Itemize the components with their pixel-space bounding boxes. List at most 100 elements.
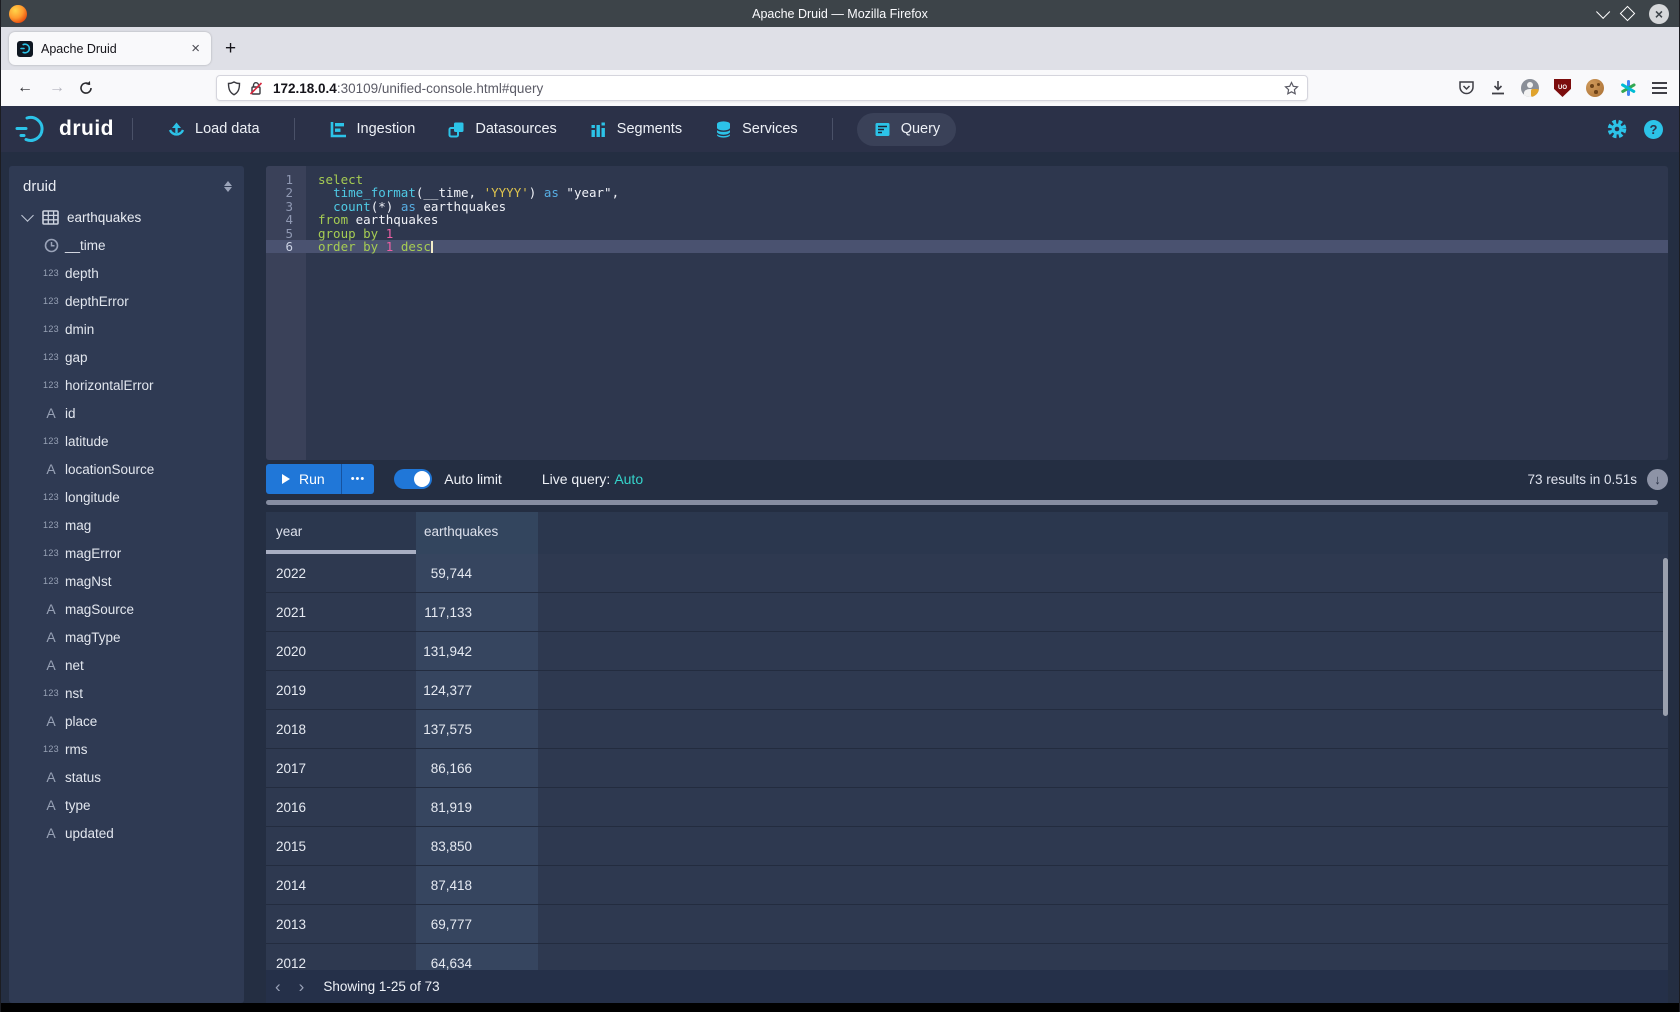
sidebar-column-magType[interactable]: AmagType <box>9 623 244 651</box>
nav-item-query[interactable]: Query <box>857 113 957 146</box>
cell-earthquakes[interactable]: 69,777 <box>416 905 538 943</box>
sidebar-column-depth[interactable]: 123depth <box>9 259 244 287</box>
cell-year[interactable]: 2012 <box>266 944 416 970</box>
downloads-icon[interactable] <box>1490 80 1506 96</box>
sidebar-column-nst[interactable]: 123nst <box>9 679 244 707</box>
cell-year[interactable]: 2022 <box>266 554 416 592</box>
table-row[interactable]: 201487,418 <box>266 866 1668 905</box>
cell-year[interactable]: 2018 <box>266 710 416 748</box>
table-row[interactable]: 201264,634 <box>266 944 1668 970</box>
url-bar[interactable]: 172.18.0.4:30109/unified-console.html#qu… <box>216 75 1308 101</box>
pocket-icon[interactable] <box>1458 80 1475 97</box>
druid-logo[interactable]: druid <box>15 114 114 144</box>
download-results-icon[interactable]: ↓ <box>1647 469 1668 490</box>
sidebar-column-net[interactable]: Anet <box>9 651 244 679</box>
settings-gear-icon[interactable] <box>1606 118 1628 140</box>
sidebar-column-locationSource[interactable]: AlocationSource <box>9 455 244 483</box>
window-maximize-icon[interactable] <box>1620 6 1636 22</box>
bookmark-star-icon[interactable] <box>1284 81 1299 96</box>
sidebar-column-place[interactable]: Aplace <box>9 707 244 735</box>
window-minimize-icon[interactable] <box>1596 4 1610 18</box>
cell-earthquakes[interactable]: 83,850 <box>416 827 538 865</box>
sidebar-column-latitude[interactable]: 123latitude <box>9 427 244 455</box>
sidebar-column-magSource[interactable]: AmagSource <box>9 595 244 623</box>
column-header-year[interactable]: year <box>266 512 416 554</box>
cell-earthquakes[interactable]: 131,942 <box>416 632 538 670</box>
cell-year[interactable]: 2014 <box>266 866 416 904</box>
column-header-earthquakes[interactable]: earthquakes <box>416 512 538 554</box>
editor-line-2[interactable]: 2 time_format(__time, 'YYYY') as "year", <box>266 186 1668 199</box>
sidebar-column-rms[interactable]: 123rms <box>9 735 244 763</box>
cell-earthquakes[interactable]: 86,166 <box>416 749 538 787</box>
cell-year[interactable]: 2019 <box>266 671 416 709</box>
horizontal-scrollbar[interactable] <box>266 500 1668 505</box>
sql-editor[interactable]: 1select2 time_format(__time, 'YYYY') as … <box>266 166 1668 460</box>
sidebar-column-updated[interactable]: Aupdated <box>9 819 244 847</box>
chevron-down-icon[interactable] <box>21 209 34 222</box>
sparkle-extension-icon[interactable] <box>1619 79 1637 97</box>
tree-item-earthquakes[interactable]: earthquakes <box>9 203 244 231</box>
cookie-extension-icon[interactable] <box>1586 79 1604 97</box>
sidebar-column-magNst[interactable]: 123magNst <box>9 567 244 595</box>
cell-earthquakes[interactable]: 64,634 <box>416 944 538 970</box>
sidebar-column-__time[interactable]: __time <box>9 231 244 259</box>
table-row[interactable]: 2018137,575 <box>266 710 1668 749</box>
url-text[interactable]: 172.18.0.4:30109/unified-console.html#qu… <box>273 81 1284 96</box>
auto-limit-toggle[interactable] <box>394 469 432 489</box>
double-caret-icon[interactable] <box>224 181 232 192</box>
run-more-button[interactable]: ••• <box>341 464 375 494</box>
cell-year[interactable]: 2013 <box>266 905 416 943</box>
cell-earthquakes[interactable]: 81,919 <box>416 788 538 826</box>
table-row[interactable]: 2019124,377 <box>266 671 1668 710</box>
nav-item-ingestion[interactable]: Ingestion <box>329 120 416 139</box>
help-icon[interactable]: ? <box>1644 120 1663 139</box>
cell-year[interactable]: 2021 <box>266 593 416 631</box>
sidebar-column-mag[interactable]: 123mag <box>9 511 244 539</box>
sidebar-column-id[interactable]: Aid <box>9 399 244 427</box>
window-close-icon[interactable]: × <box>1649 4 1669 24</box>
tab-apache-druid[interactable]: Apache Druid × <box>9 32 211 65</box>
horizontal-scrollbar-thumb[interactable] <box>266 500 1658 505</box>
cell-year[interactable]: 2016 <box>266 788 416 826</box>
tab-close-icon[interactable]: × <box>188 40 203 57</box>
editor-line-4[interactable]: 4from earthquakes <box>266 213 1668 226</box>
editor-line-6[interactable]: 6order by 1 desc <box>266 240 1668 253</box>
new-tab-button[interactable]: + <box>225 38 236 60</box>
table-row[interactable]: 201369,777 <box>266 905 1668 944</box>
table-row[interactable]: 2021117,133 <box>266 593 1668 632</box>
nav-item-segments[interactable]: Segments <box>589 120 682 139</box>
table-row[interactable]: 201583,850 <box>266 827 1668 866</box>
vertical-scrollbar-thumb[interactable] <box>1663 558 1668 716</box>
profile-extension-icon[interactable] <box>1521 79 1539 97</box>
table-row[interactable]: 202259,744 <box>266 554 1668 593</box>
nav-item-services[interactable]: Services <box>714 120 798 139</box>
cell-earthquakes[interactable]: 117,133 <box>416 593 538 631</box>
reload-button[interactable] <box>79 81 93 95</box>
cell-earthquakes[interactable]: 124,377 <box>416 671 538 709</box>
table-row[interactable]: 201786,166 <box>266 749 1668 788</box>
cell-year[interactable]: 2015 <box>266 827 416 865</box>
sidebar-column-gap[interactable]: 123gap <box>9 343 244 371</box>
back-button[interactable]: ← <box>17 79 33 97</box>
table-row[interactable]: 2020131,942 <box>266 632 1668 671</box>
cell-year[interactable]: 2017 <box>266 749 416 787</box>
run-button[interactable]: Run <box>266 471 341 487</box>
cell-earthquakes[interactable]: 59,744 <box>416 554 538 592</box>
sidebar-column-status[interactable]: Astatus <box>9 763 244 791</box>
sidebar-column-dmin[interactable]: 123dmin <box>9 315 244 343</box>
ublock-origin-icon[interactable]: UO <box>1554 79 1571 97</box>
sidebar-column-type[interactable]: Atype <box>9 791 244 819</box>
cell-earthquakes[interactable]: 137,575 <box>416 710 538 748</box>
menu-icon[interactable] <box>1652 82 1667 93</box>
editor-line-1[interactable]: 1select <box>266 173 1668 186</box>
nav-item-load-data[interactable]: Load data <box>167 120 260 139</box>
table-row[interactable]: 201681,919 <box>266 788 1668 827</box>
insecure-lock-icon[interactable] <box>249 81 263 96</box>
editor-line-5[interactable]: 5group by 1 <box>266 227 1668 240</box>
sidebar-column-horizontalError[interactable]: 123horizontalError <box>9 371 244 399</box>
sidebar-column-magError[interactable]: 123magError <box>9 539 244 567</box>
sidebar-column-depthError[interactable]: 123depthError <box>9 287 244 315</box>
cell-earthquakes[interactable]: 87,418 <box>416 866 538 904</box>
cell-year[interactable]: 2020 <box>266 632 416 670</box>
nav-item-datasources[interactable]: Datasources <box>447 120 556 139</box>
